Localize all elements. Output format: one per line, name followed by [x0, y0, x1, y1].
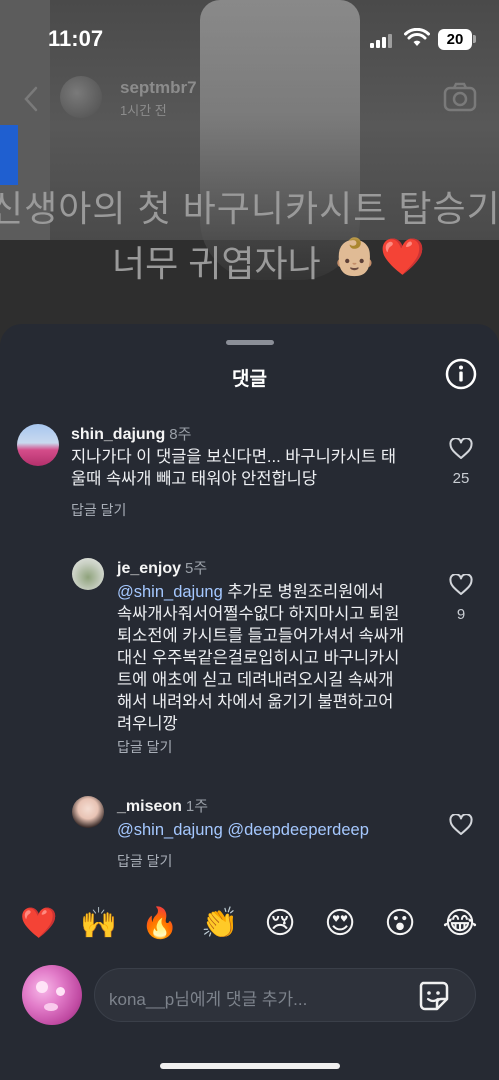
comment-text: @shin_dajung @deepdeeperdeep — [117, 819, 447, 841]
home-indicator[interactable] — [160, 1063, 340, 1069]
mention-link[interactable]: @shin_dajung — [117, 583, 223, 601]
like-heart-icon[interactable] — [449, 814, 473, 836]
sticker-icon[interactable] — [417, 979, 451, 1013]
cellular-signal-icon — [370, 32, 392, 48]
sheet-title: 댓글 — [232, 369, 267, 390]
like-count: 25 — [452, 470, 470, 487]
story-author-username[interactable]: septmbr7 — [120, 78, 197, 98]
comment-time: 5주 — [185, 560, 208, 577]
comment-username[interactable]: shin_dajung 8주 — [71, 423, 191, 444]
story-blue-sign — [0, 125, 18, 185]
comment-text: 지나가다 이 댓글을 보신다면... 바구니카시트 태 울때 속싸개 빼고 태워… — [71, 448, 397, 488]
comment-time: 1주 — [185, 798, 209, 815]
story-header: septmbr7 1시간 전 — [0, 72, 499, 122]
mention-link[interactable]: @deepdeeperdeep — [227, 821, 369, 839]
status-bar: 11:07 20 — [0, 0, 499, 80]
comment-time: 8주 — [169, 426, 192, 443]
story-caption-line-2: 너무 귀엽자나 — [112, 243, 321, 284]
comments-sheet: 댓글 shin_dajung 8주 지나가다 이 댓글을 보신다면... 바구니카… — [0, 324, 499, 1080]
reply-button[interactable]: 답글 달기 — [117, 737, 172, 757]
raising-hands-emoji-icon[interactable]: 🙌 — [79, 906, 119, 942]
reply-comment-item: _miseon 1주 @shin_dajung @deepdeeperdeep 답… — [0, 792, 499, 872]
surprised-face-emoji-icon[interactable]: 😮 — [380, 906, 420, 942]
comment-item: shin_dajung 8주 지나가다 이 댓글을 보신다면... 바구니카시트 … — [0, 420, 499, 530]
heart-emoji-icon: ❤️ — [380, 236, 425, 277]
battery-indicator: 20 — [438, 29, 472, 50]
commenter-avatar[interactable] — [17, 424, 59, 466]
comment-input-placeholder: kona__p님에게 댓글 추가... — [109, 990, 308, 1009]
crying-face-emoji-icon[interactable]: 😢 — [260, 906, 300, 942]
info-icon[interactable] — [445, 358, 477, 390]
reply-button[interactable]: 답글 달기 — [117, 851, 172, 871]
heart-eyes-emoji-icon[interactable]: 😍 — [320, 906, 360, 942]
story-posted-time: 1시간 전 — [120, 103, 167, 118]
emoji-quick-bar: ❤️ 🙌 🔥 👏 😢 😍 😮 😂 — [0, 902, 499, 950]
story-caption-line-1: 신생아의 첫 바구니카시트 탑승기 — [0, 188, 499, 229]
like-count: 9 — [456, 606, 466, 623]
red-heart-emoji-icon[interactable]: ❤️ — [19, 906, 59, 942]
mention-link[interactable]: @shin_dajung — [117, 821, 223, 839]
back-chevron-icon[interactable] — [22, 86, 40, 112]
wifi-icon — [404, 28, 430, 46]
status-time: 11:07 — [48, 26, 104, 51]
battery-tip — [473, 35, 476, 43]
my-avatar[interactable] — [22, 965, 82, 1025]
commenter-avatar[interactable] — [72, 558, 104, 590]
fire-emoji-icon[interactable]: 🔥 — [140, 906, 180, 942]
reply-button[interactable]: 답글 달기 — [71, 500, 126, 520]
sheet-grabber[interactable] — [226, 340, 274, 345]
like-heart-icon[interactable] — [449, 574, 473, 596]
story-author-avatar[interactable] — [60, 76, 102, 118]
comment-username[interactable]: _miseon 1주 — [117, 795, 208, 816]
comment-username[interactable]: je_enjoy 5주 — [117, 557, 207, 578]
reply-comment-item: je_enjoy 5주 @shin_dajung 추가로 병원조리원에서 속싸개사… — [0, 556, 499, 756]
baby-emoji-icon: 👶🏼 — [332, 236, 377, 277]
clapping-emoji-icon[interactable]: 👏 — [200, 906, 240, 942]
comment-input[interactable]: kona__p님에게 댓글 추가... — [94, 968, 476, 1022]
commenter-avatar[interactable] — [72, 796, 104, 828]
comment-text: @shin_dajung 추가로 병원조리원에서 속싸개사줘서어쩔수없다 하지마… — [117, 583, 404, 733]
laughing-emoji-icon[interactable]: 😂 — [440, 906, 480, 942]
camera-icon[interactable] — [443, 82, 477, 112]
like-heart-icon[interactable] — [449, 438, 473, 460]
